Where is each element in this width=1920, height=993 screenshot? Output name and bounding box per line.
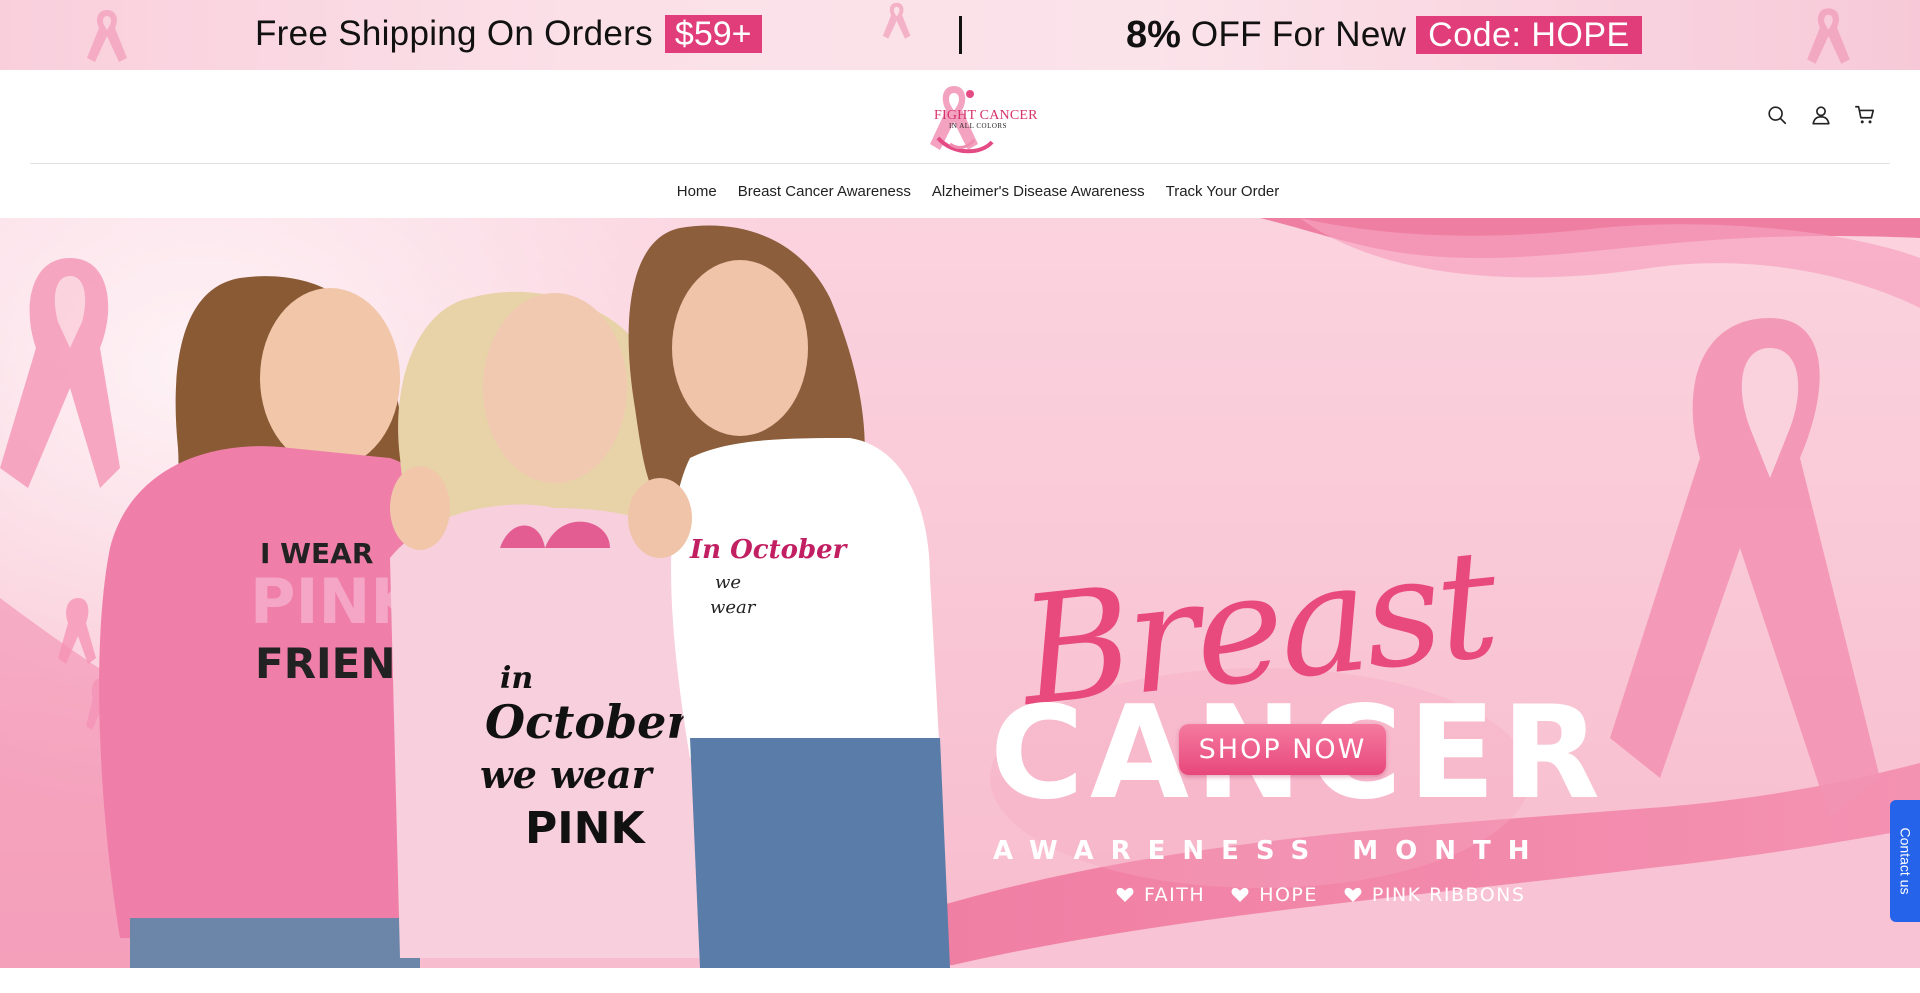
hero-banner[interactable]: I WEAR PINK FRIEND in October we wear PI… xyxy=(0,218,1920,968)
svg-text:In October: In October xyxy=(689,535,849,565)
discount-percent: 8% xyxy=(1126,13,1181,56)
nav-item-track-order[interactable]: Track Your Order xyxy=(1166,183,1280,200)
tag-label: FAITH xyxy=(1144,884,1206,906)
nav-item-breast-cancer-awareness[interactable]: Breast Cancer Awareness xyxy=(738,183,911,200)
ribbon-decoration-icon xyxy=(1807,8,1850,64)
hero-tags: FAITH HOPE PINK RIBBONS xyxy=(1116,884,1525,906)
announcement-bar: Free Shipping On Orders $59+ 8% OFF For … xyxy=(0,0,1920,70)
page-bottom xyxy=(0,968,1920,993)
ribbon-decoration-icon xyxy=(882,2,911,39)
announcement-divider xyxy=(959,16,962,54)
logo-subtitle: IN ALL COLORS xyxy=(949,122,1007,130)
heart-icon xyxy=(1231,887,1249,902)
svg-text:wear: wear xyxy=(710,597,757,618)
nav-item-home[interactable]: Home xyxy=(677,183,717,200)
shipping-threshold-badge: $59+ xyxy=(664,15,762,53)
search-icon[interactable] xyxy=(1766,104,1788,126)
nav-item-alzheimers-awareness[interactable]: Alzheimer's Disease Awareness xyxy=(932,183,1145,200)
svg-text:in: in xyxy=(500,661,533,696)
cart-icon[interactable] xyxy=(1854,104,1876,126)
header-actions xyxy=(1766,104,1876,126)
ribbon-decoration-icon xyxy=(87,10,127,62)
svg-text:we wear: we wear xyxy=(480,752,655,797)
tag-label: HOPE xyxy=(1259,884,1318,906)
tag-faith: FAITH xyxy=(1116,884,1205,906)
main-navigation: Home Breast Cancer Awareness Alzheimer's… xyxy=(0,164,1920,218)
contact-us-tab[interactable]: Contact us xyxy=(1890,800,1920,922)
tag-hope: HOPE xyxy=(1231,884,1318,906)
heart-icon xyxy=(1344,887,1362,902)
shop-now-button[interactable]: SHOP NOW xyxy=(1179,724,1386,775)
tag-pink-ribbons: PINK RIBBONS xyxy=(1344,884,1526,906)
discount-promo: 8% OFF For New Code: HOPE xyxy=(1126,14,1642,56)
svg-text:PINK: PINK xyxy=(525,803,646,854)
discount-text: OFF For New xyxy=(1190,15,1407,54)
discount-code-badge: Code: HOPE xyxy=(1416,16,1642,54)
shipping-promo: Free Shipping On Orders $59+ xyxy=(255,14,762,54)
heart-icon xyxy=(1116,887,1134,902)
svg-text:we: we xyxy=(715,572,741,593)
hero-subheadline: AWARENESS MONTH xyxy=(993,836,1547,866)
svg-text:October: October xyxy=(485,695,694,749)
hero-models-image: I WEAR PINK FRIEND in October we wear PI… xyxy=(99,225,950,968)
account-icon[interactable] xyxy=(1810,104,1832,126)
tag-label: PINK RIBBONS xyxy=(1371,884,1526,906)
contact-us-label: Contact us xyxy=(1897,827,1913,895)
shipping-text: Free Shipping On Orders xyxy=(255,14,653,53)
